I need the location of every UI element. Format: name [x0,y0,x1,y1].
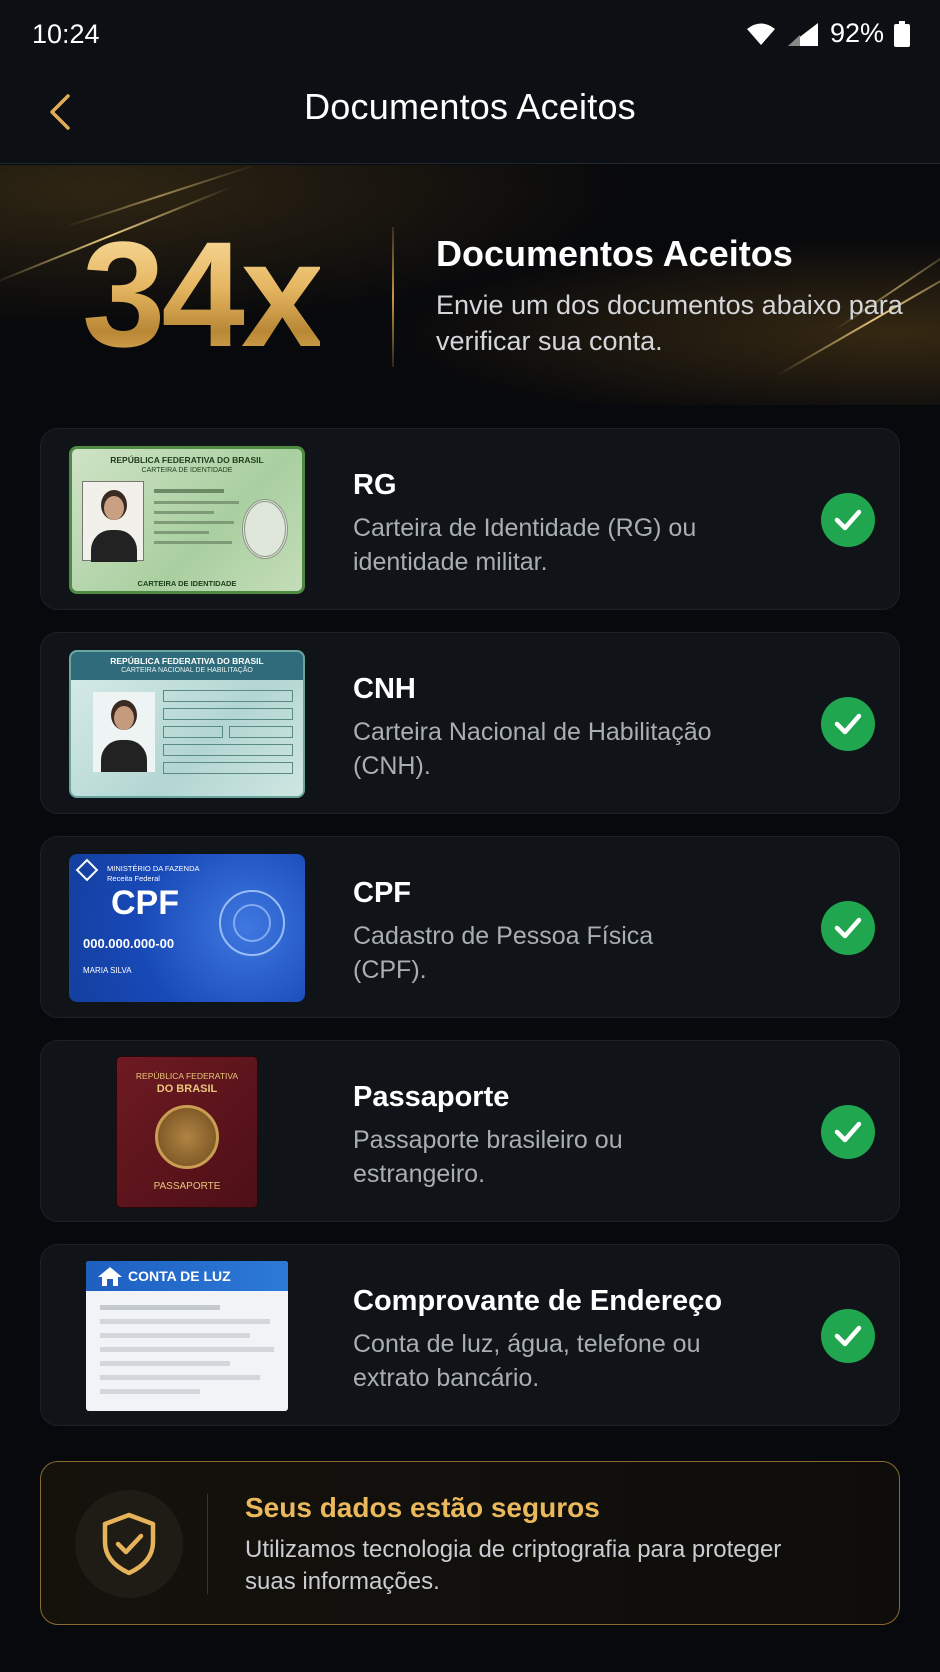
hero-banner: 34x Documentos Aceitos Envie um dos docu… [0,165,940,405]
cpf-thumb-agency: Receita Federal [107,874,160,883]
document-card-passaporte[interactable]: REPÚBLICA FEDERATIVA DO BRASIL PASSAPORT… [40,1040,900,1222]
status-time: 10:24 [32,19,100,49]
hero-title: Documentos Aceitos [436,233,793,274]
cpf-thumb-number: 000.000.000-00 [83,936,175,951]
signal-icon [786,21,820,47]
cpf-card-image: MINISTÉRIO DA FAZENDA Receita Federal CP… [69,853,305,1003]
cnh-thumb-header: REPÚBLICA FEDERATIVA DO BRASIL [110,656,264,666]
passport-thumb-line1: REPÚBLICA FEDERATIVA [135,1071,239,1081]
document-name: Comprovante de Endereço [353,1285,723,1317]
shield-check-icon [75,1490,183,1598]
rg-thumb-footer: CARTEIRA DE IDENTIDADE [137,579,237,588]
document-name: RG [353,469,397,501]
check-icon [821,1309,875,1363]
cpf-thumb-ministry: MINISTÉRIO DA FAZENDA [107,864,200,873]
passport-thumb-line2: DO BRASIL [156,1083,218,1095]
battery-percent: 92% [829,18,884,48]
bill-thumb-title: CONTA DE LUZ [128,1268,231,1284]
wifi-icon [746,22,776,46]
document-card-comprovante[interactable]: CONTA DE LUZ Comprovante de Endereço Con… [40,1244,900,1426]
rg-card-image: REPÚBLICA FEDERATIVA DO BRASIL CARTEIRA … [69,445,305,595]
rg-thumb-header: REPÚBLICA FEDERATIVA DO BRASIL [110,455,264,465]
document-description: Cadastro de Pessoa Física (CPF). [353,922,654,984]
cnh-card-image: REPÚBLICA FEDERATIVA DO BRASIL CARTEIRA … [69,649,305,799]
document-list: REPÚBLICA FEDERATIVA DO BRASIL CARTEIRA … [40,428,900,1448]
check-icon [821,901,875,955]
document-card-cpf[interactable]: MINISTÉRIO DA FAZENDA Receita Federal CP… [40,836,900,1018]
security-banner: Seus dados estão seguros Utilizamos tecn… [40,1461,900,1625]
cnh-thumb-sub: CARTEIRA NACIONAL DE HABILITAÇÃO [121,667,253,674]
document-name: Passaporte [353,1081,510,1113]
rg-thumb-sub: CARTEIRA DE IDENTIDADE [141,467,233,474]
check-icon [821,1105,875,1159]
page-title: Documentos Aceitos [304,86,636,127]
utility-bill-image: CONTA DE LUZ [69,1261,305,1411]
cpf-thumb-title: CPF [111,884,179,922]
battery-icon [894,20,910,47]
status-icons: 92% [746,18,910,49]
hero-subtitle: Envie um dos documentos abaixo para veri… [436,290,903,356]
document-name: CPF [353,877,411,909]
status-bar: 10:24 92% [0,0,940,68]
document-description: Passaporte brasileiro ou estrangeiro. [353,1126,623,1188]
security-divider [207,1494,208,1594]
house-icon [96,1265,124,1292]
hero-divider [392,227,394,367]
check-icon [821,493,875,547]
check-icon [821,697,875,751]
hero-count: 34x [82,210,324,378]
document-card-rg[interactable]: REPÚBLICA FEDERATIVA DO BRASIL CARTEIRA … [40,428,900,610]
cpf-thumb-holder: MARIA SILVA [83,966,132,975]
passport-image: REPÚBLICA FEDERATIVA DO BRASIL PASSAPORT… [69,1057,305,1207]
app-bar: Documentos Aceitos [0,68,940,164]
document-card-cnh[interactable]: REPÚBLICA FEDERATIVA DO BRASIL CARTEIRA … [40,632,900,814]
document-name: CNH [353,673,416,705]
security-description: Utilizamos tecnologia de criptografia pa… [245,1536,782,1595]
security-title: Seus dados estão seguros [245,1492,600,1523]
document-description: Carteira de Identidade (RG) ou identidad… [353,514,697,576]
document-description: Carteira Nacional de Habilitação (CNH). [353,718,712,780]
passport-thumb-label: PASSAPORTE [153,1181,221,1192]
document-description: Conta de luz, água, telefone ou extrato … [353,1330,701,1392]
